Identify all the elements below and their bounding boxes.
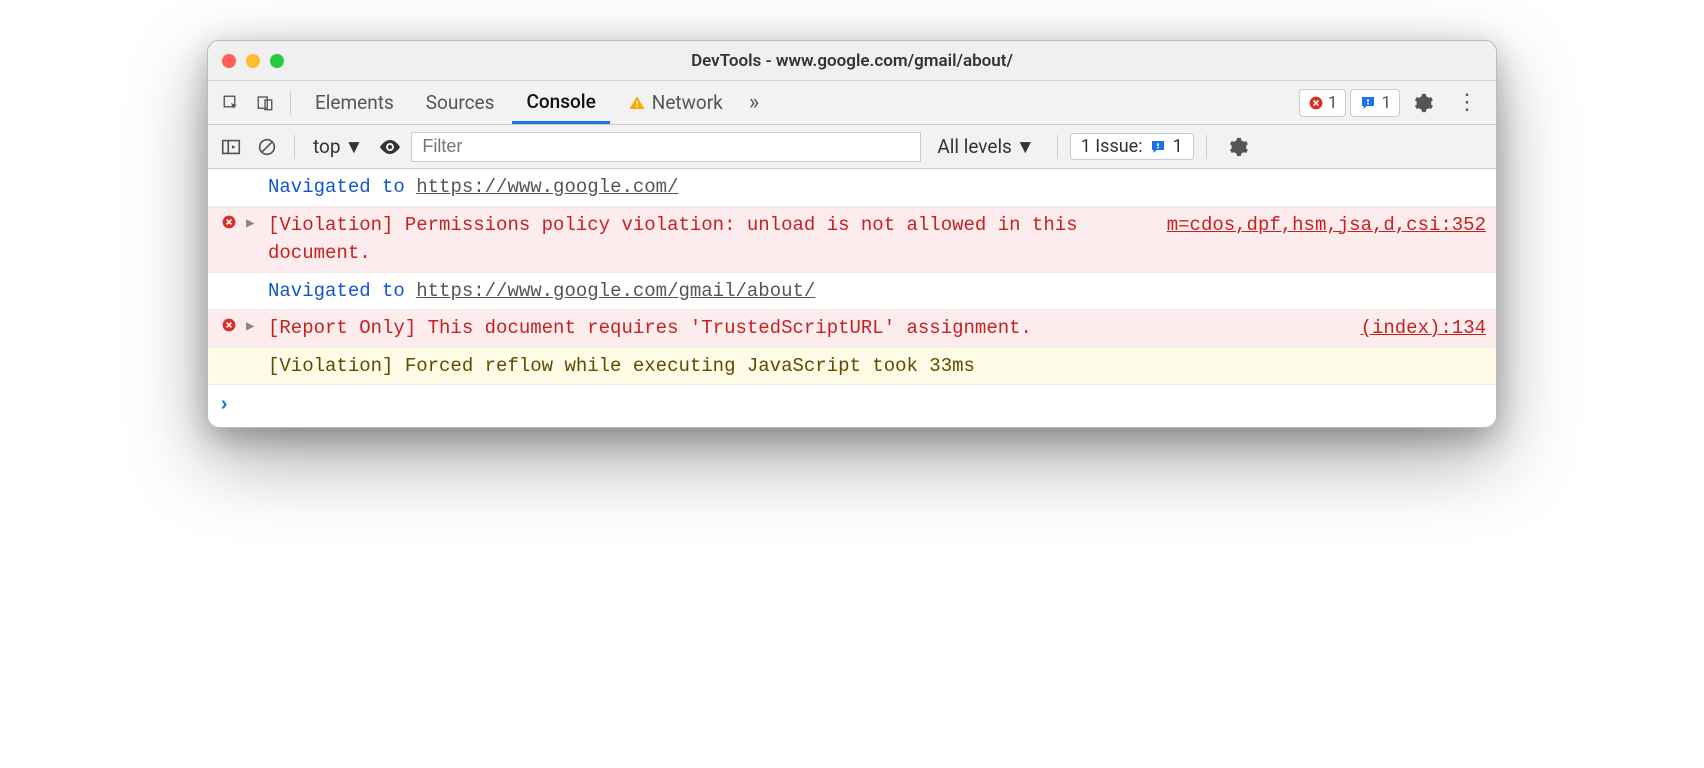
filter-input[interactable] — [411, 132, 921, 162]
tab-label: Elements — [315, 91, 394, 114]
device-toggle-icon[interactable] — [250, 88, 280, 118]
tab-console[interactable]: Console — [512, 81, 609, 124]
console-toolbar: top ▼ All levels ▼ 1 Issue: 1 — [208, 125, 1496, 169]
chevron-down-icon: ▼ — [1016, 135, 1035, 159]
message-source-link[interactable]: m=cdos,dpf,hsm,jsa,d,csi:352 — [1147, 211, 1486, 240]
console-message-navigation: Navigated to https://www.google.com/ — [208, 169, 1496, 207]
settings-button[interactable] — [1404, 92, 1442, 114]
issues-count: 1 — [1381, 93, 1391, 113]
issue-icon — [1149, 138, 1167, 156]
error-icon — [1308, 95, 1324, 111]
prompt-chevron-icon: › — [218, 391, 230, 421]
window-controls — [222, 54, 284, 68]
issue-icon — [1359, 94, 1377, 112]
more-tabs-button[interactable]: » — [741, 90, 767, 115]
tab-sources[interactable]: Sources — [412, 81, 509, 124]
minimize-window-button[interactable] — [246, 54, 260, 68]
titlebar: DevTools - www.google.com/gmail/about/ — [208, 41, 1496, 81]
issues-count: 1 — [1173, 136, 1183, 157]
console-prompt[interactable]: › — [208, 385, 1496, 427]
inspect-element-icon[interactable] — [216, 88, 246, 118]
more-options-button[interactable]: ⋮ — [1446, 90, 1488, 115]
zoom-window-button[interactable] — [270, 54, 284, 68]
tab-elements[interactable]: Elements — [301, 81, 408, 124]
main-tabbar: Elements Sources Console Network » 1 1 ⋮ — [208, 81, 1496, 125]
message-text: [Report Only] This document requires 'Tr… — [268, 314, 1335, 343]
nav-url[interactable]: https://www.google.com/gmail/about/ — [416, 280, 815, 302]
separator — [1206, 135, 1207, 159]
gear-icon — [1412, 92, 1434, 114]
devtools-window: DevTools - www.google.com/gmail/about/ E… — [207, 40, 1497, 428]
nav-prefix: Navigated to — [268, 176, 416, 198]
issues-label: 1 Issue: — [1081, 136, 1143, 157]
console-output: Navigated to https://www.google.com/ ▶ [… — [208, 169, 1496, 427]
message-text: [Violation] Forced reflow while executin… — [268, 352, 1486, 381]
errors-badge[interactable]: 1 — [1299, 89, 1347, 117]
error-icon — [221, 317, 237, 333]
issues-badge[interactable]: 1 — [1350, 89, 1400, 117]
nav-prefix: Navigated to — [268, 280, 416, 302]
console-message-error: ▶ [Violation] Permissions policy violati… — [208, 207, 1496, 273]
levels-label: All levels — [937, 135, 1012, 158]
separator — [1057, 135, 1058, 159]
toggle-sidebar-button[interactable] — [216, 132, 246, 162]
console-message-navigation: Navigated to https://www.google.com/gmai… — [208, 273, 1496, 311]
expand-toggle[interactable]: ▶ — [246, 314, 262, 338]
clear-console-button[interactable] — [252, 132, 282, 162]
context-selector[interactable]: top ▼ — [307, 135, 369, 159]
nav-url[interactable]: https://www.google.com/ — [416, 176, 678, 198]
console-message-violation: [Violation] Forced reflow while executin… — [208, 348, 1496, 386]
tab-network[interactable]: Network — [614, 81, 737, 124]
tab-label: Sources — [426, 91, 495, 114]
log-levels-selector[interactable]: All levels ▼ — [927, 135, 1044, 159]
expand-toggle[interactable]: ▶ — [246, 211, 262, 235]
errors-count: 1 — [1328, 93, 1338, 113]
separator — [290, 91, 291, 115]
tab-label: Console — [526, 90, 595, 113]
window-title: DevTools - www.google.com/gmail/about/ — [208, 51, 1496, 71]
console-settings-button[interactable] — [1219, 136, 1257, 158]
close-window-button[interactable] — [222, 54, 236, 68]
chevron-down-icon: ▼ — [345, 135, 364, 159]
live-expression-button[interactable] — [375, 132, 405, 162]
warning-icon — [628, 94, 646, 112]
error-icon — [221, 214, 237, 230]
separator — [294, 135, 295, 159]
issues-button[interactable]: 1 Issue: 1 — [1070, 133, 1194, 160]
message-text: [Violation] Permissions policy violation… — [268, 211, 1141, 268]
context-label: top — [313, 135, 341, 158]
message-source-link[interactable]: (index):134 — [1341, 314, 1486, 343]
tab-label: Network — [652, 91, 723, 114]
console-message-error: ▶ [Report Only] This document requires '… — [208, 310, 1496, 348]
gear-icon — [1227, 136, 1249, 158]
